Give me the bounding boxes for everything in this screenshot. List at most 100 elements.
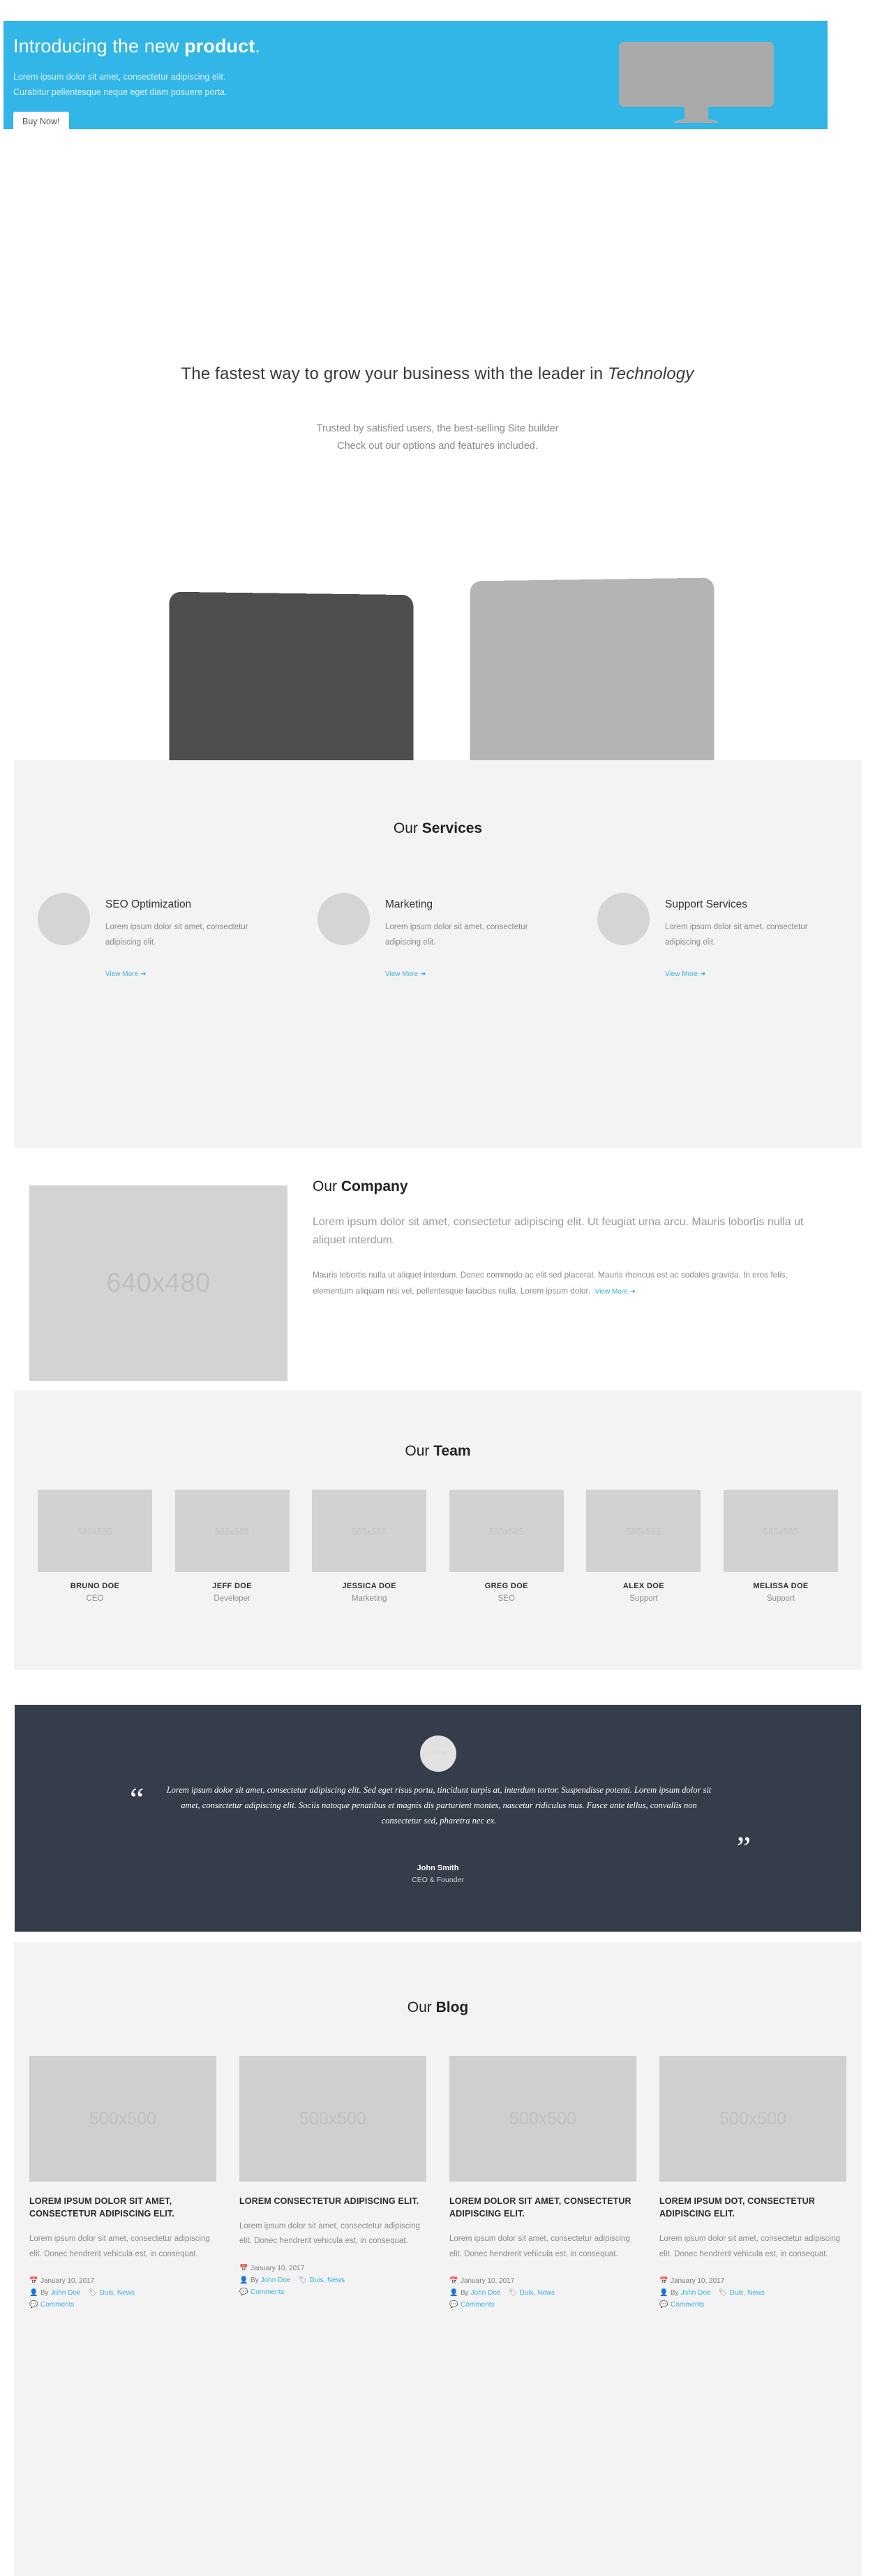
service-view-more-link[interactable]: View More ➜ xyxy=(385,970,426,978)
blog-post-by-label: By xyxy=(250,2276,259,2284)
device-mockups xyxy=(0,565,875,775)
buy-now-button[interactable]: Buy Now! xyxy=(13,112,69,129)
blog-post[interactable]: 500x500 LOREM DOLOR SIT AMET, CONSECTETU… xyxy=(449,2056,636,2313)
tag-icon: 🏷 xyxy=(298,2276,308,2284)
service-view-more-label: View More xyxy=(385,970,419,978)
blog-post-comments-link[interactable]: Comments xyxy=(461,2301,494,2309)
hero-inner: Introducing the new product. Lorem ipsum… xyxy=(3,21,828,129)
calendar-icon: 📅 xyxy=(239,2264,248,2272)
blog-post-date: January 10, 2017 xyxy=(250,2264,305,2272)
blog-post-excerpt: Lorem ipsum dolor sit amet, consectetur … xyxy=(449,2235,630,2258)
company-image-placeholder: 640x480 xyxy=(29,1185,287,1381)
blog-post-title[interactable]: LOREM CONSECTETUR ADIPISCING ELIT. xyxy=(239,2195,426,2207)
testimonial-avatar: 120x120 xyxy=(419,1735,456,1772)
blog-post-date-line: 📅 January 10, 2017 xyxy=(449,2277,636,2285)
blog-post-excerpt: Lorem ipsum dolor sit amet, consectetur … xyxy=(239,2222,420,2246)
blog-post-by-label: By xyxy=(40,2288,49,2297)
team-member[interactable]: 585x585 GREG DOE SEO xyxy=(449,1490,564,1603)
testimonial-author: John Smith xyxy=(417,1864,459,1872)
quote-open-icon: “ xyxy=(130,1781,144,1816)
tagline-heading-italic: Technology xyxy=(608,364,694,383)
blog-post-tags-link[interactable]: Duis, News xyxy=(519,2289,555,2297)
hero-title-bold: product xyxy=(184,36,255,57)
team-member[interactable]: 585x585 MELISSA DOE Support xyxy=(723,1490,838,1603)
service-view-more-link[interactable]: View More ➜ xyxy=(105,970,146,978)
team-member[interactable]: 585x585 JESSICA DOE Marketing xyxy=(312,1490,427,1603)
tag-icon: 🏷 xyxy=(88,2288,98,2297)
team-member[interactable]: 585x585 BRUNO DOE CEO xyxy=(38,1490,152,1603)
team-member-photo: 585x585 xyxy=(174,1490,290,1572)
tagline-section: The fastest way to grow your business wi… xyxy=(0,364,875,456)
calendar-icon: 📅 xyxy=(449,2277,458,2285)
blog-post-image: 500x500 xyxy=(239,2056,426,2182)
blog-title-bold: Blog xyxy=(435,1999,469,2015)
team-member-role: SEO xyxy=(498,1594,515,1603)
blog-post-comments-link[interactable]: Comments xyxy=(250,2288,284,2296)
team-member-role: Marketing xyxy=(351,1594,387,1603)
company-lead-text: Lorem ipsum dolor sit amet, consectetur … xyxy=(313,1216,804,1246)
blog-post[interactable]: 500x500 LOREM IPSUM DOT, CONSECTETUR ADI… xyxy=(659,2056,846,2313)
blog-post-title[interactable]: LOREM IPSUM DOT, CONSECTETUR ADIPISCING … xyxy=(659,2195,846,2220)
hero-subtitle: Lorem ipsum dolor sit amet, consectetur … xyxy=(13,70,530,101)
service-card-marketing[interactable]: Marketing Lorem ipsum dolor sit amet, co… xyxy=(317,893,558,979)
service-card-seo-optimization[interactable]: SEO Optimization Lorem ipsum dolor sit a… xyxy=(38,893,278,979)
blog-post-tags-link[interactable]: Duis, News xyxy=(729,2289,765,2297)
blog-post-author-link[interactable]: John Doe xyxy=(681,2289,711,2297)
blog-row: 500x500 LOREM IPSUM DOLOR SIT AMET, CONS… xyxy=(29,2056,846,2313)
service-icon-placeholder xyxy=(38,893,90,945)
blog-post-author-line: 👤 By John Doe 🏷 Duis, News xyxy=(239,2277,426,2284)
tag-icon: 🏷 xyxy=(508,2288,518,2297)
comment-icon: 💬 xyxy=(659,2300,668,2309)
service-body: Support Services Lorem ipsum dolor sit a… xyxy=(665,893,838,979)
service-body: Marketing Lorem ipsum dolor sit amet, co… xyxy=(385,893,558,979)
monitor-base xyxy=(673,119,719,123)
tagline-heading: The fastest way to grow your business wi… xyxy=(0,364,875,384)
blog-post-author-link[interactable]: John Doe xyxy=(471,2289,501,2297)
team-member-name: JEFF DOE xyxy=(212,1582,252,1590)
comment-icon: 💬 xyxy=(449,2300,458,2309)
blog-post-image: 500x500 xyxy=(449,2056,636,2182)
testimonial-quote: Lorem ipsum dolor sit amet, consectetur … xyxy=(166,1785,712,1826)
blog-title: Our Blog xyxy=(14,1999,862,2016)
blog-post-title[interactable]: LOREM DOLOR SIT AMET, CONSECTETUR ADIPIS… xyxy=(449,2195,636,2220)
device-mockup-dark xyxy=(169,591,414,775)
team-title-light: Our xyxy=(405,1443,434,1459)
blog-post[interactable]: 500x500 LOREM CONSECTETUR ADIPISCING ELI… xyxy=(239,2056,426,2313)
blog-post-title[interactable]: LOREM IPSUM DOLOR SIT AMET, CONSECTETUR … xyxy=(29,2195,216,2220)
monitor-neck xyxy=(685,106,708,120)
blog-post-by-label: By xyxy=(461,2288,469,2297)
blog-post[interactable]: 500x500 LOREM IPSUM DOLOR SIT AMET, CONS… xyxy=(29,2056,216,2313)
blog-post-tags-link[interactable]: Duis, News xyxy=(99,2289,135,2297)
team-member-role: Support xyxy=(629,1594,658,1603)
blog-post-date-line: 📅 January 10, 2017 xyxy=(659,2277,846,2285)
team-title-bold: Team xyxy=(433,1443,471,1459)
blog-post-excerpt: Lorem ipsum dolor sit amet, consectetur … xyxy=(29,2235,210,2258)
hero-subtitle-line-1: Lorem ipsum dolor sit amet, consectetur … xyxy=(13,71,226,82)
team-member[interactable]: 585x585 ALEX DOE Support xyxy=(586,1490,701,1603)
blog-post-comments-line: 💬 Comments xyxy=(29,2301,216,2309)
service-card-support-services[interactable]: Support Services Lorem ipsum dolor sit a… xyxy=(597,893,838,979)
team-member-photo: 585x585 xyxy=(449,1490,564,1572)
team-title: Our Team xyxy=(14,1443,862,1460)
blog-post-comments-line: 💬 Comments xyxy=(449,2301,636,2309)
blog-post-comments-link[interactable]: Comments xyxy=(40,2301,74,2309)
service-name: Support Services xyxy=(665,898,748,910)
blog-post-date: January 10, 2017 xyxy=(461,2277,515,2285)
blog-post-date-line: 📅 January 10, 2017 xyxy=(29,2277,216,2285)
blog-post-author-link[interactable]: John Doe xyxy=(261,2277,291,2284)
company-view-more-link[interactable]: View More ➜ xyxy=(595,1285,636,1299)
team-member-name: ALEX DOE xyxy=(622,1582,664,1590)
blog-post-author-link[interactable]: John Doe xyxy=(51,2289,81,2297)
blog-post-tags-link[interactable]: Duis, News xyxy=(309,2277,345,2284)
service-view-more-label: View More xyxy=(665,970,698,978)
comment-icon: 💬 xyxy=(29,2300,38,2309)
services-title-bold: Services xyxy=(421,820,483,836)
company-title-light: Our xyxy=(313,1178,341,1194)
quote-close-icon: ” xyxy=(736,1830,751,1865)
service-view-more-link[interactable]: View More ➜ xyxy=(665,970,705,978)
team-member[interactable]: 585x585 JEFF DOE Developer xyxy=(174,1490,290,1603)
blog-post-comments-link[interactable]: Comments xyxy=(671,2301,704,2309)
company-section: 640x480 Our Company Lorem ipsum dolor si… xyxy=(0,1161,875,1412)
hero-banner: Introducing the new product. Lorem ipsum… xyxy=(3,21,828,129)
team-member-photo: 585x585 xyxy=(38,1490,152,1572)
